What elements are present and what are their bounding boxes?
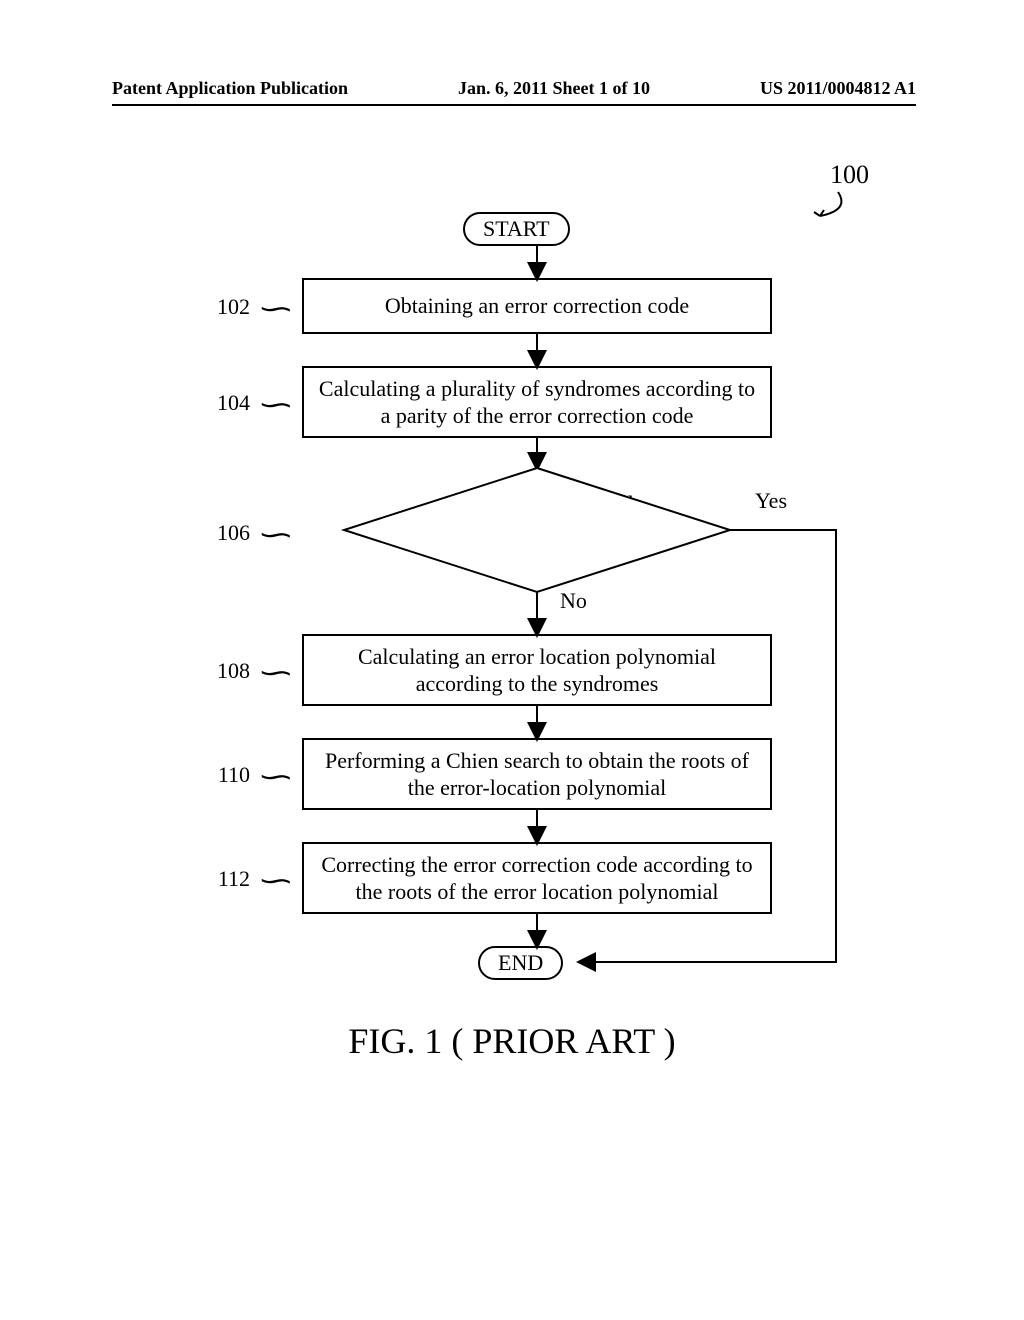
header-rule — [112, 104, 916, 106]
header-left: Patent Application Publication — [112, 78, 348, 99]
figure-caption: FIG. 1 ( PRIOR ART ) — [0, 1020, 1024, 1062]
page-header: Patent Application Publication Jan. 6, 2… — [112, 78, 916, 99]
flowchart: 100 START 102 ∽ Obtaining an error corre… — [0, 160, 1024, 1160]
header-center: Jan. 6, 2011 Sheet 1 of 10 — [458, 78, 650, 99]
patent-page: Patent Application Publication Jan. 6, 2… — [0, 0, 1024, 1320]
flow-connectors — [0, 160, 1024, 1160]
header-right: US 2011/0004812 A1 — [760, 78, 916, 99]
